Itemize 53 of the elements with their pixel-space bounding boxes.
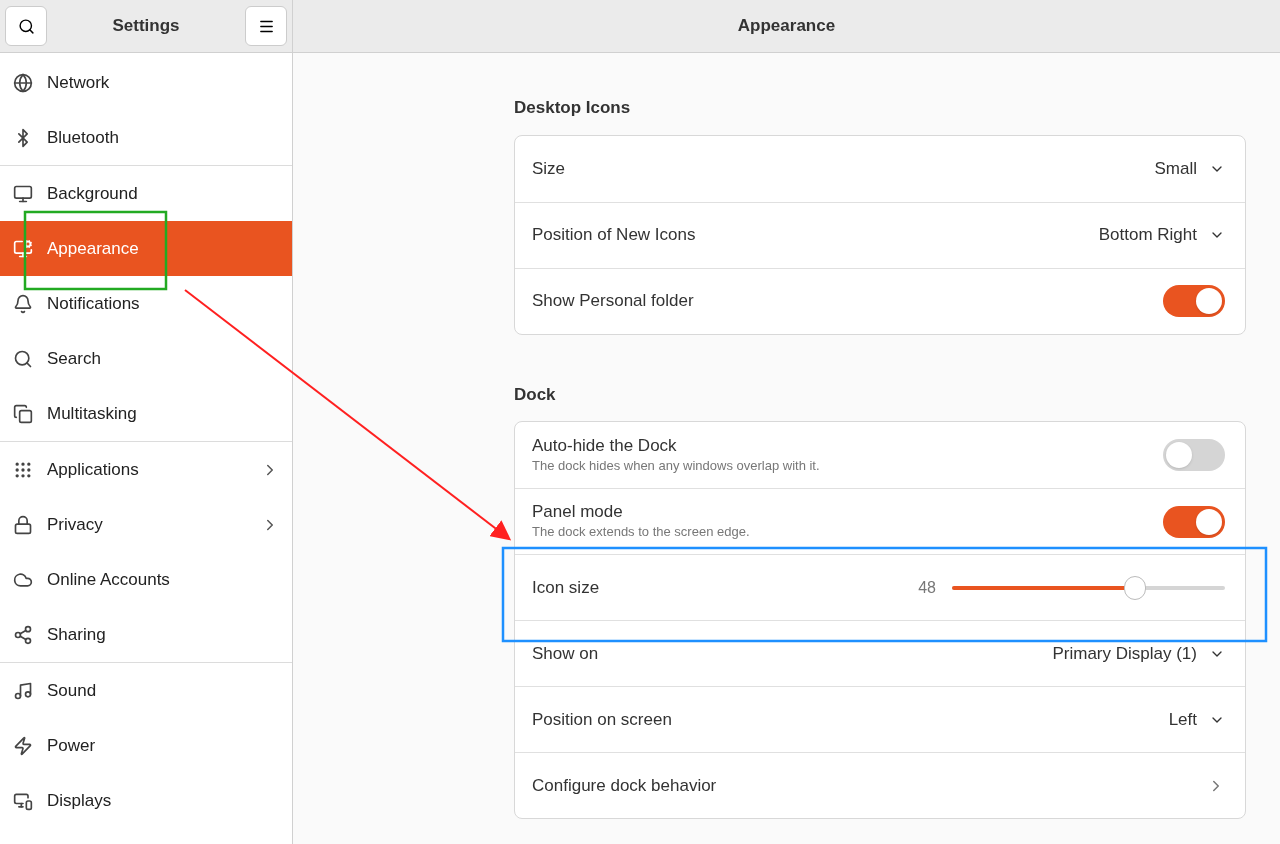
search-icon bbox=[17, 17, 35, 35]
sidebar-item[interactable]: Network bbox=[0, 55, 292, 110]
section-heading: Desktop Icons bbox=[514, 97, 632, 119]
setting-label: Position of New Icons bbox=[532, 224, 696, 246]
lock-icon bbox=[13, 514, 33, 535]
toggle-switch[interactable] bbox=[1163, 285, 1225, 317]
sidebar-item[interactable]: Appearance bbox=[0, 221, 292, 276]
sidebar-item[interactable]: Applications bbox=[0, 442, 292, 497]
setting-description: The dock extends to the screen edge. bbox=[532, 523, 750, 542]
lightning-icon bbox=[13, 735, 33, 756]
monitor-icon bbox=[13, 238, 33, 259]
sidebar-item[interactable]: Privacy bbox=[0, 497, 292, 552]
slider-value: 48 bbox=[918, 577, 936, 598]
setting-label: Size bbox=[532, 157, 566, 180]
section-heading: Dock bbox=[514, 383, 557, 406]
sidebar-item[interactable]: Sound bbox=[0, 663, 292, 718]
setting-label: Show Personal folder bbox=[532, 290, 694, 312]
search-button[interactable] bbox=[5, 6, 47, 46]
dropdown[interactable]: Bottom Right bbox=[1098, 222, 1225, 248]
toggle-switch[interactable] bbox=[1163, 439, 1225, 471]
sidebar-item[interactable]: Background bbox=[0, 166, 292, 221]
setting-description: The dock hides when any windows overlap with it. bbox=[532, 456, 820, 475]
setting-label: Auto-hide the Dock bbox=[532, 434, 678, 456]
sidebar-item[interactable]: Power bbox=[0, 718, 292, 773]
page-title: Appearance bbox=[737, 15, 836, 38]
toggle-switch[interactable] bbox=[1163, 505, 1225, 538]
music-note-icon bbox=[13, 680, 33, 701]
sidebar-item[interactable]: Search bbox=[0, 331, 292, 386]
sidebar-item[interactable]: Sharing bbox=[0, 607, 292, 662]
menu-button[interactable] bbox=[245, 6, 287, 46]
sidebar-item[interactable]: Multitasking bbox=[0, 386, 292, 441]
settings-row[interactable]: Configure dock behavior bbox=[515, 752, 1245, 818]
setting-label: Configure dock behavior bbox=[532, 774, 717, 797]
dropdown[interactable]: Left bbox=[1168, 706, 1225, 733]
dropdown[interactable]: Small bbox=[1154, 155, 1225, 182]
setting-label: Icon size bbox=[532, 576, 600, 599]
share-icon bbox=[13, 624, 33, 645]
windows-icon bbox=[13, 403, 33, 424]
setting-label: Position on screen bbox=[532, 708, 672, 731]
sidebar-item[interactable]: Notifications bbox=[0, 276, 292, 331]
bell-icon bbox=[13, 293, 33, 314]
sidebar-item[interactable]: Displays bbox=[0, 773, 292, 828]
slider-track[interactable] bbox=[952, 574, 1225, 601]
setting-label: Panel mode bbox=[532, 501, 624, 523]
setting-label: Show on bbox=[532, 642, 599, 665]
sidebar-item[interactable]: Online Accounts bbox=[0, 552, 292, 607]
slider-thumb[interactable] bbox=[1123, 575, 1146, 600]
globe-icon bbox=[13, 72, 33, 93]
search-icon bbox=[13, 348, 33, 369]
sidebar-title: Settings bbox=[112, 15, 180, 38]
dropdown[interactable]: Primary Display (1) bbox=[1052, 640, 1225, 667]
sidebar-item[interactable]: Bluetooth bbox=[0, 110, 292, 165]
monitor-icon bbox=[13, 183, 33, 204]
